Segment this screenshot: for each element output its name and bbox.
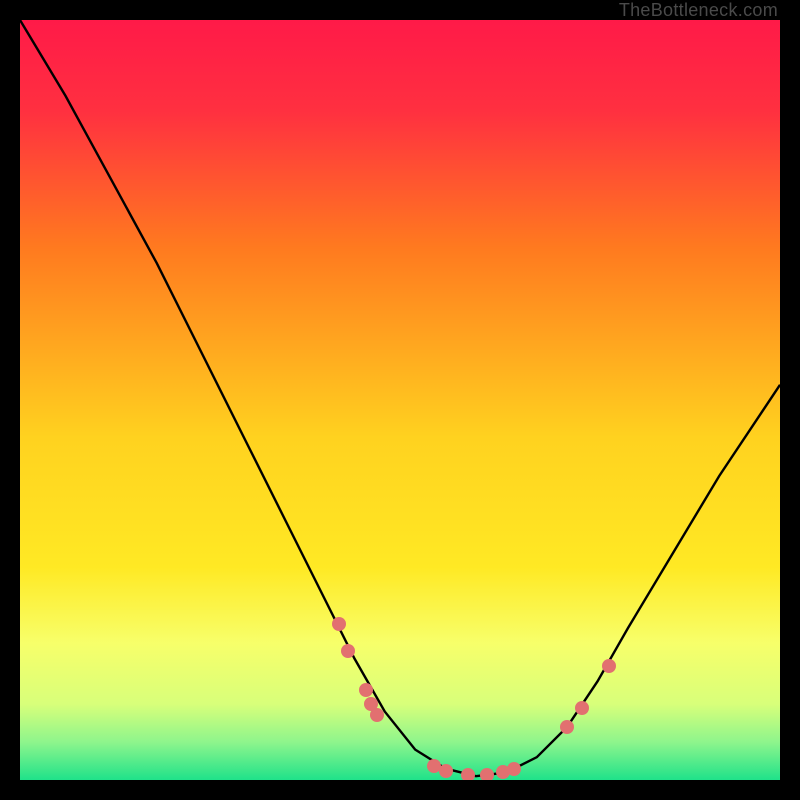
data-dot	[341, 644, 355, 658]
data-dot	[507, 762, 521, 776]
gradient-background	[20, 20, 780, 780]
plot-area	[20, 20, 780, 780]
data-dot	[439, 764, 453, 778]
watermark-text: TheBottleneck.com	[619, 0, 778, 21]
data-dot	[461, 768, 475, 780]
data-dot	[602, 659, 616, 673]
data-dot	[332, 617, 346, 631]
data-dot	[575, 701, 589, 715]
data-dot	[560, 720, 574, 734]
data-dot	[370, 708, 384, 722]
data-dot	[480, 768, 494, 780]
data-dot	[359, 683, 373, 697]
